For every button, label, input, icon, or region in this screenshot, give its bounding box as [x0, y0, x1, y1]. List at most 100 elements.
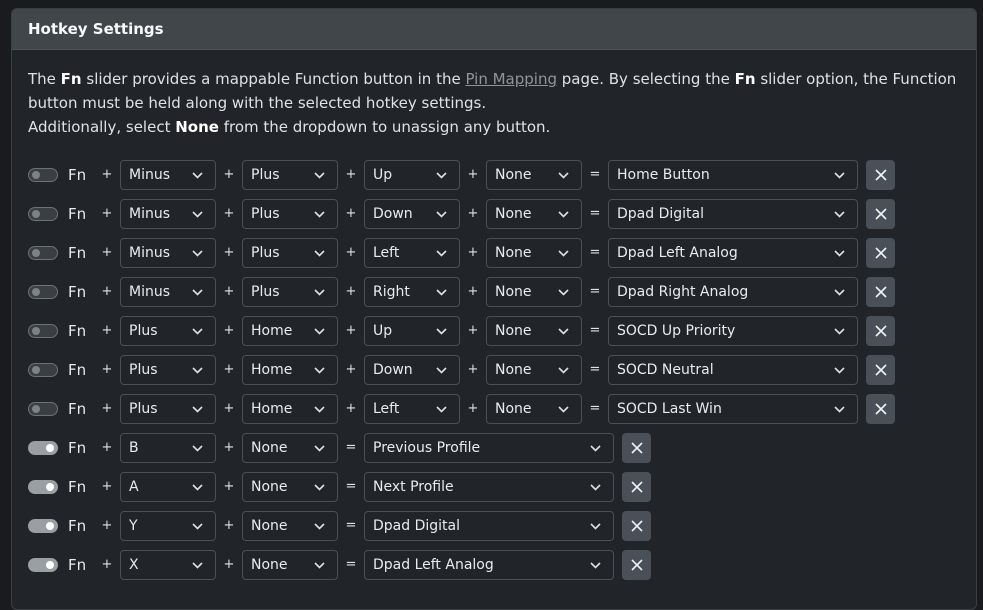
fn-toggle-switch[interactable]	[28, 284, 58, 299]
remove-hotkey-button[interactable]	[622, 510, 651, 541]
desc-fn-strong: Fn	[60, 70, 82, 88]
desc-fn-strong: Fn	[734, 70, 756, 88]
chevron-down-icon	[590, 519, 601, 533]
button-select[interactable]: None	[486, 354, 582, 385]
remove-hotkey-button[interactable]	[866, 237, 895, 268]
button-select[interactable]: None	[486, 159, 582, 190]
action-select[interactable]: SOCD Neutral	[608, 354, 858, 385]
button-select[interactable]: Y	[120, 510, 216, 541]
remove-hotkey-button[interactable]	[622, 432, 651, 463]
button-select-value: Plus	[129, 361, 158, 378]
button-select[interactable]: Plus	[242, 276, 338, 307]
remove-hotkey-button[interactable]	[866, 276, 895, 307]
button-select[interactable]: Left	[364, 237, 460, 268]
button-select[interactable]: Minus	[120, 276, 216, 307]
action-select[interactable]: Dpad Right Analog	[608, 276, 858, 307]
action-select-value: Dpad Left Analog	[373, 556, 494, 573]
chevron-down-icon	[314, 246, 325, 260]
remove-hotkey-button[interactable]	[866, 354, 895, 385]
hotkey-settings-card: Hotkey Settings The Fn slider provides a…	[11, 8, 977, 610]
button-select[interactable]: Minus	[120, 237, 216, 268]
fn-label: Fn	[68, 516, 87, 535]
remove-hotkey-button[interactable]	[622, 549, 651, 580]
button-select[interactable]: B	[120, 432, 216, 463]
button-select[interactable]: None	[486, 393, 582, 424]
fn-toggle-switch[interactable]	[28, 401, 58, 416]
fn-toggle-switch[interactable]	[28, 362, 58, 377]
equals-sign: =	[345, 479, 357, 494]
plus-sign: +	[223, 518, 235, 533]
button-select[interactable]: A	[120, 471, 216, 502]
action-select[interactable]: Home Button	[608, 159, 858, 190]
chevron-down-icon	[834, 363, 845, 377]
fn-toggle-switch[interactable]	[28, 479, 58, 494]
button-select[interactable]: Right	[364, 276, 460, 307]
button-select-value: Plus	[251, 244, 280, 261]
chevron-down-icon	[314, 363, 325, 377]
plus-sign: +	[101, 245, 113, 260]
hotkey-row: Fn + B + None = Previous Profile	[28, 428, 960, 467]
button-select[interactable]: None	[242, 432, 338, 463]
pin-mapping-link[interactable]: Pin Mapping	[465, 70, 557, 88]
fn-toggle-switch[interactable]	[28, 245, 58, 260]
button-select[interactable]: None	[486, 276, 582, 307]
button-select[interactable]: Home	[242, 315, 338, 346]
button-select[interactable]: X	[120, 549, 216, 580]
button-select[interactable]: Plus	[120, 315, 216, 346]
equals-sign: =	[589, 323, 601, 338]
button-select[interactable]: Down	[364, 354, 460, 385]
button-select[interactable]: Plus	[120, 393, 216, 424]
button-select[interactable]: None	[486, 315, 582, 346]
hotkey-row: Fn + Minus + Plus + Right + None = Dpad Right Anal…	[28, 272, 960, 311]
action-select[interactable]: SOCD Up Priority	[608, 315, 858, 346]
button-select[interactable]: Plus	[242, 198, 338, 229]
action-select[interactable]: Previous Profile	[364, 432, 614, 463]
action-select[interactable]: Dpad Digital	[608, 198, 858, 229]
chevron-down-icon	[314, 558, 325, 572]
button-select[interactable]: Up	[364, 315, 460, 346]
button-select[interactable]: None	[486, 237, 582, 268]
plus-sign: +	[345, 362, 357, 377]
button-select-value: Up	[373, 166, 393, 183]
button-select-value: Down	[373, 205, 413, 222]
plus-sign: +	[223, 401, 235, 416]
fn-toggle-switch[interactable]	[28, 557, 58, 572]
remove-hotkey-button[interactable]	[866, 159, 895, 190]
button-select[interactable]: Plus	[120, 354, 216, 385]
button-select[interactable]: Left	[364, 393, 460, 424]
hotkey-row: Fn + Minus + Plus + Left + None = Dpad Left Analog	[28, 233, 960, 272]
fn-toggle-switch[interactable]	[28, 440, 58, 455]
button-select[interactable]: None	[242, 549, 338, 580]
button-select[interactable]: None	[486, 198, 582, 229]
button-select[interactable]: Plus	[242, 237, 338, 268]
action-select[interactable]: SOCD Last Win	[608, 393, 858, 424]
chevron-down-icon	[834, 246, 845, 260]
remove-hotkey-button[interactable]	[866, 393, 895, 424]
button-select[interactable]: Home	[242, 393, 338, 424]
fn-toggle-switch[interactable]	[28, 518, 58, 533]
fn-toggle-switch[interactable]	[28, 167, 58, 182]
chevron-down-icon	[558, 402, 569, 416]
button-select[interactable]: Plus	[242, 159, 338, 190]
action-select[interactable]: Dpad Left Analog	[608, 237, 858, 268]
chevron-down-icon	[590, 480, 601, 494]
remove-hotkey-button[interactable]	[866, 315, 895, 346]
button-select[interactable]: Home	[242, 354, 338, 385]
action-select[interactable]: Next Profile	[364, 471, 614, 502]
button-select[interactable]: Down	[364, 198, 460, 229]
chevron-down-icon	[558, 207, 569, 221]
action-select[interactable]: Dpad Digital	[364, 510, 614, 541]
remove-hotkey-button[interactable]	[866, 198, 895, 229]
plus-sign: +	[467, 167, 479, 182]
remove-hotkey-button[interactable]	[622, 471, 651, 502]
button-select[interactable]: None	[242, 471, 338, 502]
button-select-value: None	[495, 283, 532, 300]
fn-toggle-switch[interactable]	[28, 206, 58, 221]
fn-toggle-switch[interactable]	[28, 323, 58, 338]
action-select[interactable]: Dpad Left Analog	[364, 549, 614, 580]
button-select[interactable]: Minus	[120, 198, 216, 229]
button-select[interactable]: Up	[364, 159, 460, 190]
chevron-down-icon	[558, 324, 569, 338]
button-select[interactable]: Minus	[120, 159, 216, 190]
button-select[interactable]: None	[242, 510, 338, 541]
